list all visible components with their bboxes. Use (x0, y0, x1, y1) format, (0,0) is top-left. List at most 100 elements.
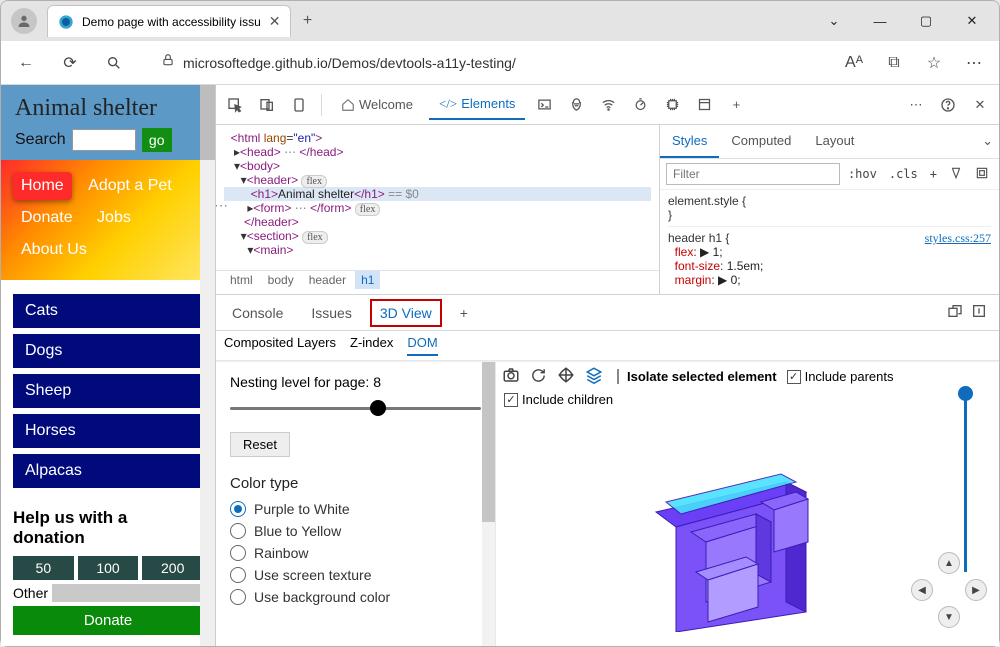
dom-breadcrumb[interactable]: html body header h1 (216, 270, 659, 294)
more-tabs-plus-icon[interactable]: + (723, 92, 749, 118)
3d-visualization[interactable] (636, 432, 866, 632)
browser-tab-active[interactable]: Demo page with accessibility issu ✕ (47, 5, 291, 37)
rule-source-link[interactable]: styles.css:257 (925, 231, 991, 246)
other-label: Other (13, 585, 48, 601)
address-bar[interactable]: microsoftedge.github.io/Demos/devtools-a… (149, 47, 819, 79)
dom-tree[interactable]: ⋯ <html lang="en"> ▸<head> ⋯ </head> ▾<b… (216, 125, 659, 294)
new-style-rule-icon[interactable]: + (926, 165, 941, 183)
retake-icon[interactable] (530, 367, 547, 387)
tab-layout[interactable]: Layout (803, 125, 866, 158)
nav-home[interactable]: Home (13, 172, 72, 200)
reset-button[interactable]: Reset (230, 432, 290, 457)
tab-computed[interactable]: Computed (719, 125, 803, 158)
nav-jobs[interactable]: Jobs (89, 204, 139, 232)
console-tab-icon[interactable] (531, 92, 557, 118)
controls-scrollbar[interactable] (482, 362, 495, 646)
minimize-button[interactable]: — (859, 6, 901, 36)
nav-about[interactable]: About Us (13, 236, 95, 264)
pan-icon[interactable] (557, 366, 575, 387)
3d-view-canvas-area[interactable]: Isolate selected element ✓Include parent… (496, 362, 999, 646)
rotate-dpad[interactable]: ▲ ▼ ◀ ▶ (911, 552, 987, 628)
cls-toggle[interactable]: .cls (885, 165, 922, 183)
category-alpacas[interactable]: Alpacas (13, 454, 203, 488)
nesting-level-slider[interactable] (230, 400, 481, 416)
donation-amount-50[interactable]: 50 (13, 556, 74, 580)
sources-tab-icon[interactable] (563, 92, 589, 118)
favorite-button[interactable]: ☆ (919, 48, 949, 78)
category-horses[interactable]: Horses (13, 414, 203, 448)
dpad-right-icon[interactable]: ▶ (965, 579, 987, 601)
nav-donate[interactable]: Donate (13, 204, 81, 232)
profile-avatar[interactable] (11, 8, 37, 34)
application-tab-icon[interactable] (691, 92, 717, 118)
maximize-button[interactable]: ▢ (905, 6, 947, 36)
network-tab-icon[interactable] (595, 92, 621, 118)
devtools-help-icon[interactable] (935, 92, 961, 118)
other-amount-input[interactable] (52, 584, 216, 602)
color-opt-screen-texture[interactable]: Use screen texture (230, 564, 481, 586)
immersive-reader-button[interactable]: ⧉ (879, 48, 909, 78)
performance-tab-icon[interactable] (627, 92, 653, 118)
inspect-element-icon[interactable] (222, 92, 248, 118)
donate-button[interactable]: Donate (13, 606, 203, 635)
tab-close-icon[interactable]: ✕ (269, 13, 281, 30)
devtools-more-icon[interactable]: ⋯ (903, 92, 929, 118)
screenshot-icon[interactable] (502, 366, 520, 387)
category-cats[interactable]: Cats (13, 294, 203, 328)
include-parents-checkbox[interactable]: ✓Include parents (787, 369, 894, 384)
new-tab-button[interactable]: + (291, 12, 323, 30)
donation-heading: Help us with a donation (13, 508, 203, 548)
edge-favicon (58, 14, 74, 30)
row-actions-icon[interactable]: ⋯ (216, 197, 228, 214)
subtab-composited-layers[interactable]: Composited Layers (224, 335, 336, 356)
layers-icon[interactable] (585, 366, 603, 387)
chevron-down-icon[interactable]: ⌄ (813, 6, 855, 36)
page-scrollbar[interactable] (200, 85, 215, 646)
read-aloud-button[interactable]: Aᴬ (839, 48, 869, 78)
drawer-expand-icon[interactable] (971, 303, 987, 322)
dpad-down-icon[interactable]: ▼ (938, 606, 960, 628)
styles-expand-icon[interactable]: ⌄ (976, 125, 999, 158)
settings-more-button[interactable]: ⋯ (959, 48, 989, 78)
subtab-dom[interactable]: DOM (407, 335, 437, 356)
hov-toggle[interactable]: :hov (844, 165, 881, 183)
color-opt-background-color[interactable]: Use background color (230, 586, 481, 608)
subtab-z-index[interactable]: Z-index (350, 335, 393, 356)
color-opt-rainbow[interactable]: Rainbow (230, 542, 481, 564)
devtools-panel: Welcome </> Elements + ⋯ ✕ (216, 85, 999, 646)
dpad-up-icon[interactable]: ▲ (938, 552, 960, 574)
search-input[interactable] (72, 129, 136, 151)
window-close-button[interactable]: ✕ (951, 6, 993, 36)
memory-tab-icon[interactable] (659, 92, 685, 118)
tab-styles[interactable]: Styles (660, 125, 719, 158)
go-button[interactable]: go (142, 128, 172, 152)
tab-elements[interactable]: </> Elements (429, 90, 525, 120)
category-sheep[interactable]: Sheep (13, 374, 203, 408)
back-button[interactable]: ← (11, 48, 41, 78)
drawer-tab-issues[interactable]: Issues (301, 299, 361, 327)
donation-amount-200[interactable]: 200 (142, 556, 203, 580)
styles-filter-input[interactable] (666, 163, 840, 185)
device-toggle-icon[interactable] (254, 92, 280, 118)
donation-amount-100[interactable]: 100 (78, 556, 139, 580)
drawer-tab-console[interactable]: Console (222, 299, 293, 327)
include-children-checkbox[interactable]: ✓Include children (504, 392, 613, 407)
lock-icon (161, 53, 175, 72)
drawer-dock-icon[interactable] (947, 303, 963, 322)
font-editor-icon[interactable] (945, 164, 967, 185)
element-style-rule[interactable]: element.style { (668, 194, 991, 208)
category-dogs[interactable]: Dogs (13, 334, 203, 368)
color-opt-blue-yellow[interactable]: Blue to Yellow (230, 520, 481, 542)
dpad-left-icon[interactable]: ◀ (911, 579, 933, 601)
search-button[interactable] (99, 48, 129, 78)
drawer-add-tab-icon[interactable]: + (450, 299, 478, 327)
drawer-tab-3d-view[interactable]: 3D View (370, 299, 442, 327)
tab-welcome[interactable]: Welcome (331, 91, 423, 118)
zoom-slider[interactable] (964, 392, 967, 572)
nav-adopt[interactable]: Adopt a Pet (80, 172, 180, 200)
computed-styles-icon[interactable] (971, 164, 993, 185)
color-opt-purple-white[interactable]: Purple to White (230, 498, 481, 520)
device-emulation-icon[interactable] (286, 92, 312, 118)
refresh-button[interactable]: ⟳ (55, 48, 85, 78)
devtools-close-icon[interactable]: ✕ (967, 92, 993, 118)
